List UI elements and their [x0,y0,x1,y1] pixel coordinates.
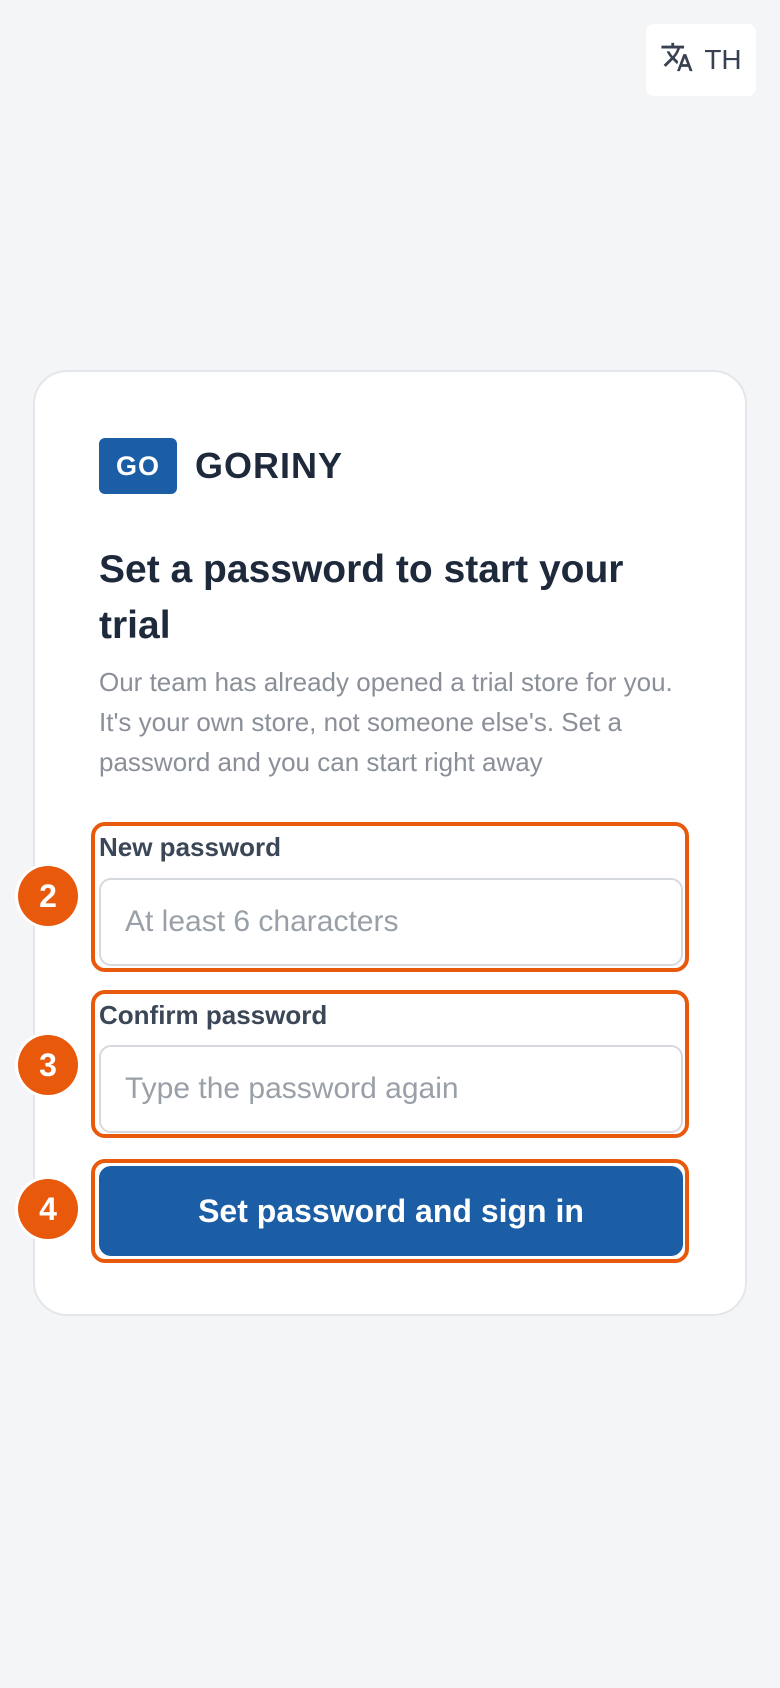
brand: GO GORINY [99,438,343,494]
new-password-input[interactable] [99,878,683,966]
confirm-password-label: Confirm password [99,1000,328,1030]
translate-icon [660,40,694,81]
page-title: Set a password to start your trial [99,548,624,647]
step-marker-3: 3 [18,1035,78,1095]
language-code: TH [704,44,742,75]
step-marker-4: 4 [18,1179,78,1239]
set-password-card: GO GORINY Set a password to start your t… [33,370,747,1316]
step-marker-2: 2 [18,866,78,926]
confirm-password-input[interactable] [99,1045,683,1133]
brand-name: GORINY [195,445,344,486]
language-switcher-button[interactable]: TH [646,24,756,96]
set-password-submit-button[interactable]: Set password and sign in [99,1166,683,1256]
brand-logo-badge: GO [99,438,177,494]
page: TH GO GORINY Set a password to start you… [0,0,780,1688]
new-password-label: New password [99,832,282,862]
page-description: Our team has already opened a trial stor… [99,667,673,777]
